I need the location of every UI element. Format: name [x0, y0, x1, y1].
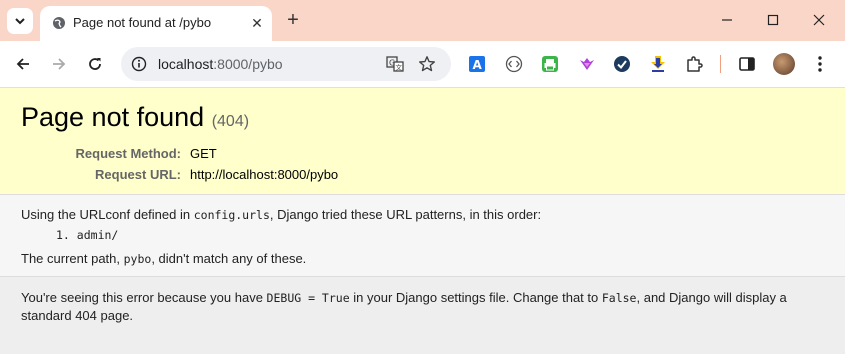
page-title-text: Page not found — [21, 102, 205, 132]
request-url-label: Request URL: — [95, 167, 181, 182]
reload-icon[interactable] — [83, 52, 107, 76]
chevron-down-icon — [15, 18, 25, 25]
minimize-icon[interactable] — [714, 8, 740, 32]
false-value: False — [601, 291, 637, 305]
tab-strip: Page not found at /pybo ✕ + — [0, 0, 845, 41]
globe-icon — [53, 17, 65, 29]
ext-code-icon[interactable] — [504, 54, 524, 74]
maximize-icon[interactable] — [760, 8, 786, 32]
current-path-prefix: The current path, — [21, 251, 124, 266]
current-path-suffix: , didn't match any of these. — [151, 251, 307, 266]
svg-text:A: A — [473, 58, 483, 72]
debug-explanation: You're seeing this error because you hav… — [0, 277, 845, 354]
tab-search-button[interactable] — [7, 8, 33, 34]
urlconf-module: config.urls — [193, 208, 270, 222]
request-url-value: http://localhost:8000/pybo — [190, 167, 339, 182]
debug-setting: DEBUG = True — [266, 291, 350, 305]
request-method-label: Request Method: — [75, 146, 181, 161]
plus-icon[interactable]: + — [283, 9, 303, 31]
avatar[interactable] — [773, 53, 795, 75]
pattern-admin: admin/ — [76, 228, 119, 242]
browser-chrome: Page not found at /pybo ✕ + localhost:80… — [0, 0, 845, 88]
page-title: Page not found (404) — [21, 102, 249, 133]
window-close-icon[interactable] — [806, 8, 832, 32]
ext-download-icon[interactable] — [648, 54, 668, 74]
toolbar-divider — [720, 55, 721, 73]
address-bar[interactable]: localhost:8000/pybo G文 — [121, 47, 451, 81]
request-method-row: Request Method: — [0, 146, 181, 166]
urlconf-suffix: , Django tried these URL patterns, in th… — [269, 207, 542, 222]
explain-part-1: You're seeing this error because you hav… — [21, 290, 267, 305]
puzzle-icon[interactable] — [684, 54, 704, 74]
urlconf-info: Using the URLconf defined in config.urls… — [0, 195, 845, 277]
status-code: (404) — [211, 113, 250, 130]
url-path: :8000/pybo — [213, 56, 283, 72]
pattern-number: 1. — [56, 228, 70, 242]
url-text[interactable]: localhost:8000/pybo — [158, 56, 283, 72]
explain-part-2: in your Django settings file. Change tha… — [349, 290, 602, 305]
urlconf-line: Using the URLconf defined in config.urls… — [21, 207, 541, 222]
forward-icon[interactable] — [47, 52, 71, 76]
info-icon[interactable] — [131, 56, 147, 72]
current-path: pybo — [123, 252, 152, 266]
kebab-menu-icon[interactable] — [810, 54, 830, 74]
request-method-value: GET — [190, 146, 217, 161]
pattern-list-item: 1. admin/ — [56, 228, 118, 242]
translate-icon[interactable]: G文 — [385, 54, 405, 74]
svg-text:文: 文 — [396, 63, 403, 72]
browser-toolbar: localhost:8000/pybo G文 A — [0, 41, 845, 88]
tab-title: Page not found at /pybo — [73, 15, 212, 30]
back-icon[interactable] — [11, 52, 35, 76]
ext-translate-a-icon[interactable]: A — [467, 54, 487, 74]
ext-printer-icon[interactable] — [540, 54, 560, 74]
sidepanel-icon[interactable] — [737, 54, 757, 74]
explanation-text: You're seeing this error because you hav… — [21, 289, 821, 324]
tab-active[interactable]: Page not found at /pybo ✕ — [40, 6, 272, 41]
urlconf-prefix: Using the URLconf defined in — [21, 207, 194, 222]
close-icon[interactable]: ✕ — [248, 14, 266, 32]
error-summary: Page not found (404) Request Method: GET… — [0, 88, 845, 195]
star-icon[interactable] — [417, 54, 437, 74]
ext-check-icon[interactable] — [612, 54, 632, 74]
request-url-row: Request URL: — [0, 167, 181, 187]
current-path-line: The current path, pybo, didn't match any… — [21, 251, 306, 266]
ext-feather-icon[interactable] — [577, 54, 597, 74]
url-host: localhost — [158, 56, 214, 72]
